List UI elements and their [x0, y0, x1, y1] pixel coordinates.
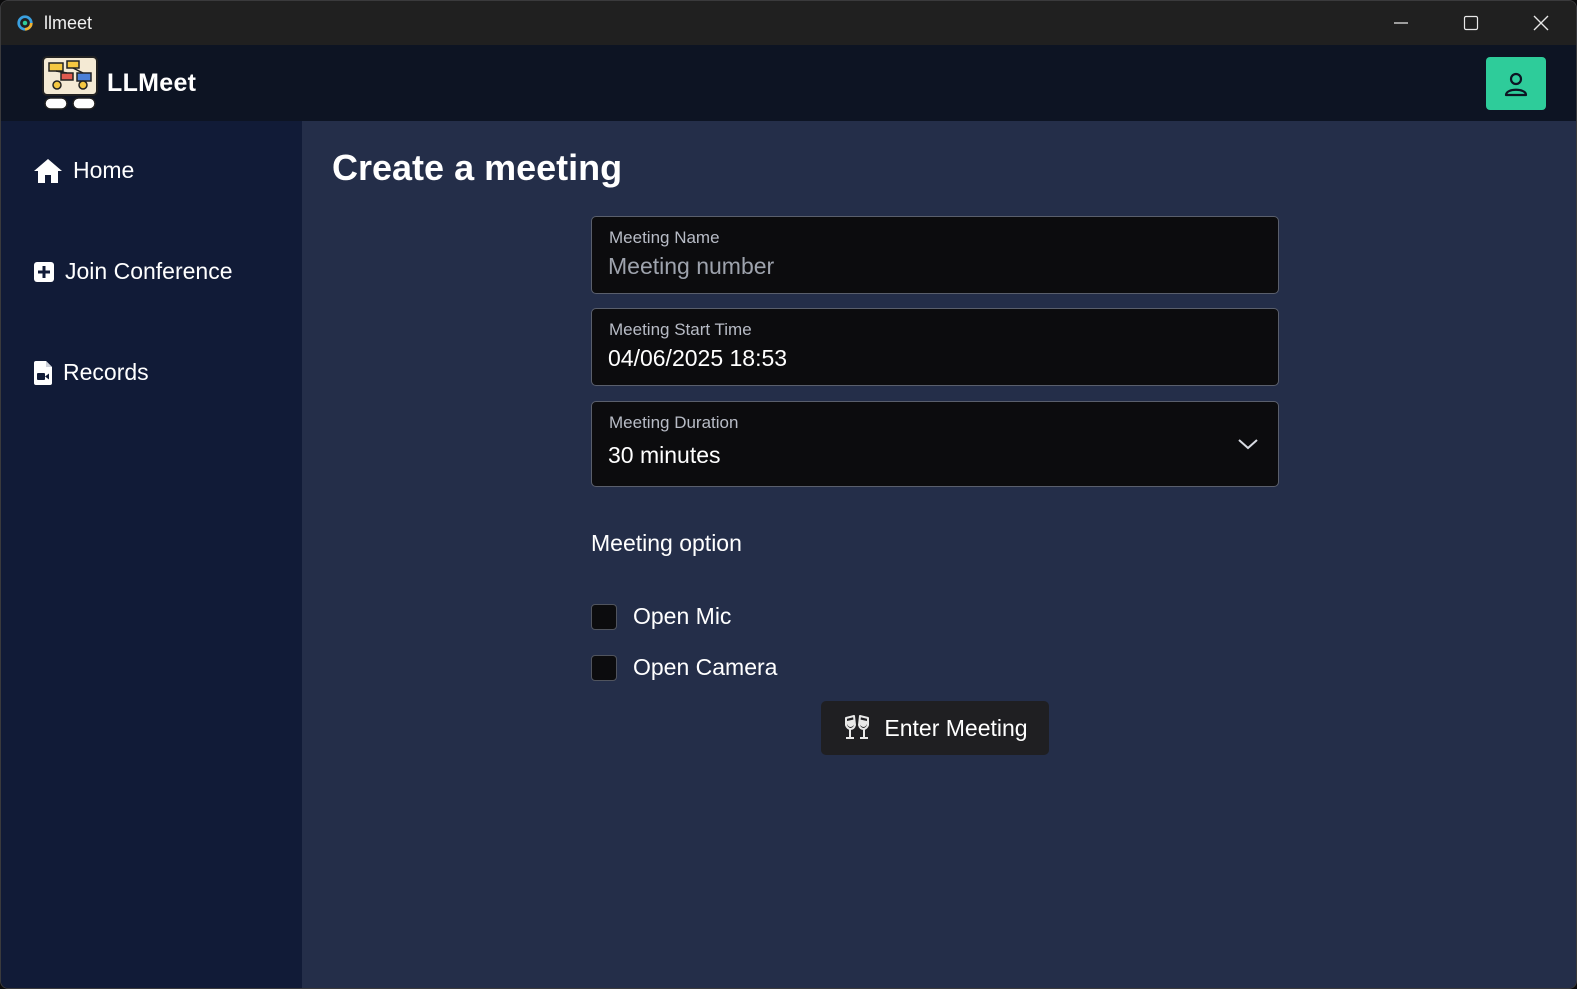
window-title: llmeet [44, 12, 93, 33]
maximize-icon [1463, 15, 1479, 31]
open-camera-checkbox[interactable] [591, 654, 617, 681]
duration-label: Meeting Duration [609, 413, 739, 432]
page-title: Create a meeting [332, 147, 623, 188]
sidebar-item-label: Join Conference [65, 258, 233, 284]
sidebar-item-label: Records [63, 359, 149, 385]
close-button[interactable] [1506, 1, 1576, 45]
minimize-icon [1394, 22, 1408, 24]
brand[interactable]: LLMeet [41, 55, 196, 111]
sidebar-item-label: Home [73, 157, 135, 183]
open-camera-label: Open Camera [633, 654, 778, 680]
open-camera-checkbox-row[interactable]: Open Camera [591, 654, 777, 681]
meeting-name-field[interactable]: Meeting Name [591, 216, 1279, 294]
sidebar: Home Join Conference Records [1, 121, 302, 988]
brand-name: LLMeet [107, 68, 197, 97]
brand-logo-icon [42, 56, 98, 110]
start-time-input[interactable] [608, 345, 1208, 372]
main-content: Create a meeting Meeting Name Meeting St… [302, 121, 1576, 988]
meeting-option-heading: Meeting option [591, 530, 742, 556]
profile-button[interactable] [1486, 57, 1546, 110]
start-time-label: Meeting Start Time [609, 320, 752, 339]
duration-value: 30 minutes [608, 442, 721, 468]
sidebar-item-home[interactable]: Home [33, 157, 134, 184]
close-icon [1533, 15, 1549, 31]
maximize-button[interactable] [1436, 1, 1506, 45]
meeting-name-label: Meeting Name [609, 228, 720, 247]
minimize-button[interactable] [1366, 1, 1436, 45]
app-window: llmeet LLMeet Home Join Conference Recor… [0, 0, 1577, 989]
open-mic-checkbox-row[interactable]: Open Mic [591, 603, 731, 630]
enter-meeting-label: Enter Meeting [884, 714, 1028, 741]
cheers-icon [842, 715, 872, 741]
sidebar-item-join-conference[interactable]: Join Conference [33, 258, 233, 285]
home-icon [33, 158, 63, 184]
sidebar-item-records[interactable]: Records [33, 359, 149, 386]
start-time-field[interactable]: Meeting Start Time [591, 308, 1279, 386]
plus-square-icon [33, 261, 55, 283]
meeting-name-input[interactable] [608, 253, 1208, 280]
open-mic-label: Open Mic [633, 603, 732, 629]
enter-meeting-button[interactable]: Enter Meeting [821, 701, 1049, 755]
user-icon [1504, 72, 1528, 96]
window-titlebar[interactable]: llmeet [1, 1, 1576, 45]
open-mic-checkbox[interactable] [591, 603, 617, 630]
chevron-down-icon [1238, 439, 1258, 450]
app-logo-icon [17, 15, 33, 31]
app-header: LLMeet [1, 45, 1576, 121]
window-controls [1366, 1, 1576, 45]
file-video-icon [33, 360, 53, 386]
duration-select[interactable]: Meeting Duration 30 minutes [591, 401, 1279, 487]
